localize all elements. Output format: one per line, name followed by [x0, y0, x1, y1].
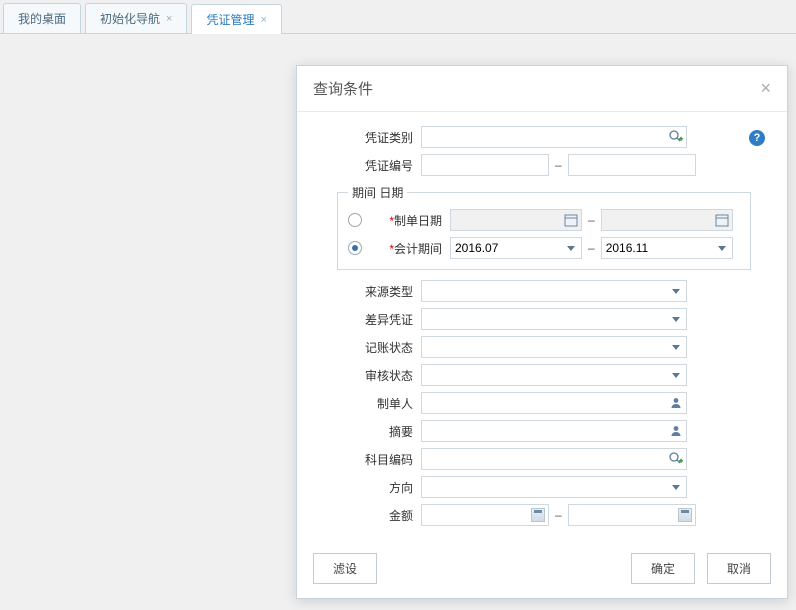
diff-voucher-select[interactable]: [421, 308, 687, 330]
dialog-header: 查询条件 ×: [297, 66, 787, 112]
chevron-down-icon[interactable]: [668, 311, 684, 327]
label-summary: 摘要: [315, 423, 421, 440]
filter-button[interactable]: 滤设: [313, 553, 377, 584]
lookup-icon[interactable]: [668, 451, 684, 467]
query-dialog: 查询条件 × ? 凭证类别 凭证编号 –: [296, 65, 788, 599]
label-source-type: 来源类型: [315, 283, 421, 300]
calendar-icon[interactable]: [563, 212, 579, 228]
range-separator: –: [555, 508, 562, 522]
maker-input[interactable]: [421, 392, 687, 414]
tab-label: 我的桌面: [18, 10, 66, 27]
calendar-icon[interactable]: [714, 212, 730, 228]
chevron-down-icon[interactable]: [668, 339, 684, 355]
label-audit-status: 审核状态: [315, 367, 421, 384]
tab-label: 凭证管理: [206, 11, 254, 28]
tab-voucher-manage[interactable]: 凭证管理 ×: [191, 4, 281, 34]
close-icon[interactable]: ×: [760, 78, 771, 99]
range-separator: –: [588, 213, 595, 227]
acct-period-from[interactable]: [450, 237, 582, 259]
legend-period-date: 期间 日期: [348, 184, 407, 201]
label-diff-voucher: 差异凭证: [315, 311, 421, 328]
lookup-icon[interactable]: [668, 129, 684, 145]
amount-from[interactable]: [421, 504, 549, 526]
direction-select[interactable]: [421, 476, 687, 498]
label-post-status: 记账状态: [315, 339, 421, 356]
ok-button[interactable]: 确定: [631, 553, 695, 584]
label-amount: 金额: [315, 507, 421, 524]
label-direction: 方向: [315, 479, 421, 496]
chevron-down-icon[interactable]: [563, 240, 579, 256]
amount-to[interactable]: [568, 504, 696, 526]
calculator-icon[interactable]: [677, 507, 693, 523]
acct-period-to[interactable]: [601, 237, 733, 259]
label-acct-period: *会计期间: [368, 240, 450, 257]
summary-input[interactable]: [421, 420, 687, 442]
close-icon[interactable]: ×: [260, 14, 266, 26]
make-date-to[interactable]: [601, 209, 733, 231]
tab-bar: 我的桌面 初始化导航 × 凭证管理 ×: [0, 0, 796, 34]
label-voucher-type: 凭证类别: [315, 129, 421, 146]
dialog-body: ? 凭证类别 凭证编号 –: [297, 112, 787, 543]
dialog-title: 查询条件: [313, 78, 373, 99]
label-maker: 制单人: [315, 395, 421, 412]
chevron-down-icon[interactable]: [668, 367, 684, 383]
person-lookup-icon[interactable]: [668, 395, 684, 411]
radio-by-period[interactable]: [348, 241, 362, 255]
chevron-down-icon[interactable]: [668, 479, 684, 495]
help-icon[interactable]: ?: [749, 130, 765, 146]
voucher-no-to[interactable]: [568, 154, 696, 176]
dialog-footer: 滤设 确定 取消: [297, 543, 787, 598]
person-lookup-icon[interactable]: [668, 423, 684, 439]
chevron-down-icon[interactable]: [668, 283, 684, 299]
subject-code-input[interactable]: [421, 448, 687, 470]
make-date-from[interactable]: [450, 209, 582, 231]
close-icon[interactable]: ×: [166, 13, 172, 25]
chevron-down-icon[interactable]: [714, 240, 730, 256]
source-type-select[interactable]: [421, 280, 687, 302]
cancel-button[interactable]: 取消: [707, 553, 771, 584]
label-subject-code: 科目编码: [315, 451, 421, 468]
calculator-icon[interactable]: [530, 507, 546, 523]
tab-init-nav[interactable]: 初始化导航 ×: [85, 3, 187, 33]
tab-desktop[interactable]: 我的桌面: [3, 3, 81, 33]
period-date-group: 期间 日期 *制单日期 –: [337, 184, 751, 270]
label-voucher-no: 凭证编号: [315, 157, 421, 174]
voucher-no-from[interactable]: [421, 154, 549, 176]
radio-by-date[interactable]: [348, 213, 362, 227]
range-separator: –: [555, 158, 562, 172]
audit-status-select[interactable]: [421, 364, 687, 386]
tab-label: 初始化导航: [100, 10, 160, 27]
voucher-type-input[interactable]: [421, 126, 687, 148]
range-separator: –: [588, 241, 595, 255]
post-status-select[interactable]: [421, 336, 687, 358]
label-make-date: *制单日期: [368, 212, 450, 229]
